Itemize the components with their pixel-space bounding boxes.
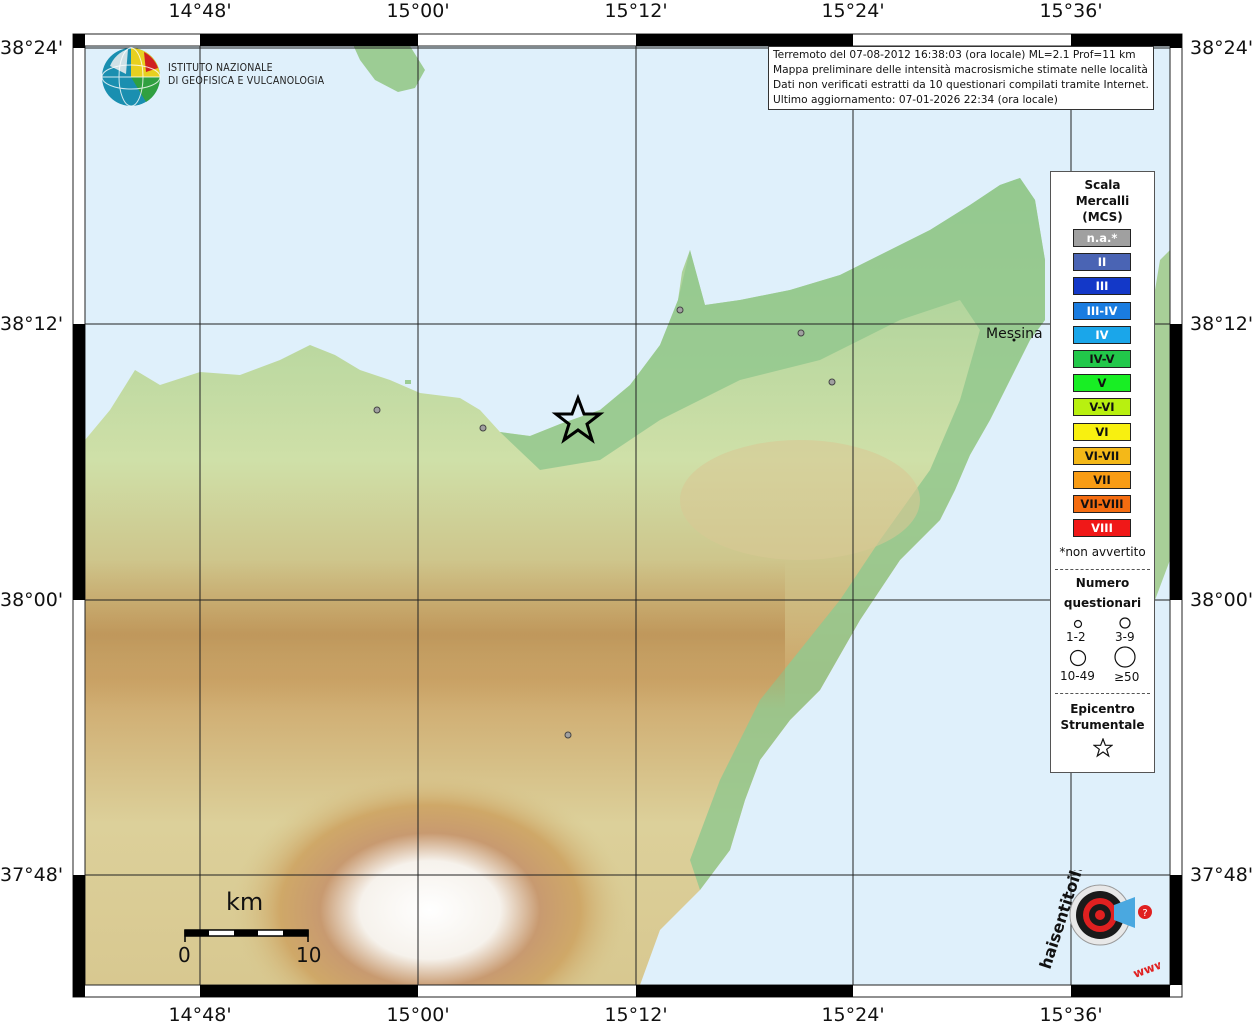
scalebar-start: 0 xyxy=(178,943,191,967)
lon-tick-bottom: 15°24' xyxy=(821,1004,885,1026)
questionnaires-title-line: questionari xyxy=(1063,596,1142,610)
legend-title: Scala Mercalli (MCS) xyxy=(1051,177,1154,225)
size-symbol-50 xyxy=(1114,646,1136,668)
lon-tick-bottom: 14°48' xyxy=(168,1004,232,1026)
epicenter-star-icon xyxy=(1093,738,1113,758)
locality-point xyxy=(373,406,381,414)
legend-note: *non avvertito xyxy=(1059,545,1146,559)
lat-tick-left: 38°00' xyxy=(0,589,64,611)
islet xyxy=(405,380,411,384)
lon-tick-top: 14°48' xyxy=(168,0,232,22)
intensity-swatch: VI-VII xyxy=(1073,446,1131,465)
intensity-swatch: V xyxy=(1073,374,1131,393)
size-symbol-3-9 xyxy=(1119,617,1131,629)
intensity-swatch: III xyxy=(1073,277,1131,296)
questionnaires-title-line: Numero xyxy=(1075,576,1130,590)
locality-point xyxy=(797,329,805,337)
lon-tick-top: 15°12' xyxy=(604,0,668,22)
legend-title-line: Scala xyxy=(1084,178,1121,192)
size-symbol-10-49 xyxy=(1069,649,1087,667)
intensity-swatch: III-IV xyxy=(1073,301,1131,320)
scalebar-unit: km xyxy=(226,888,264,916)
legend-divider xyxy=(1055,693,1150,694)
intensity-legend: Scala Mercalli (MCS) n.a.* II III III-IV IV I… xyxy=(1050,171,1155,773)
lon-tick-bottom: 15°36' xyxy=(1039,1004,1103,1026)
lat-tick-right: 37°48' xyxy=(1190,864,1254,886)
lat-tick-right: 38°00' xyxy=(1190,589,1254,611)
lat-tick-right: 38°24' xyxy=(1190,37,1254,59)
lon-tick-bottom: 15°12' xyxy=(604,1004,668,1026)
event-info-line: Dati non verificati estratti da 10 quest… xyxy=(773,79,1149,91)
lat-tick-left: 38°24' xyxy=(0,37,64,59)
lat-tick-left: 37°48' xyxy=(0,864,64,886)
lon-tick-bottom: 15°00' xyxy=(386,1004,450,1026)
intensity-swatch: V-VI xyxy=(1073,398,1131,417)
ingv-globe-logo xyxy=(101,47,161,107)
intensity-swatch: IV-V xyxy=(1073,350,1131,368)
event-info-line: Terremoto del 07-08-2012 16:38:03 (ora l… xyxy=(773,49,1136,61)
questionnaires-title: Numero questionari xyxy=(1051,575,1154,611)
peloritani-ridge xyxy=(680,440,920,560)
intensity-swatch: IV xyxy=(1073,325,1131,344)
lat-tick-left: 38°12' xyxy=(0,313,64,335)
intensity-swatch: VII-VIII xyxy=(1073,495,1131,514)
legend-divider xyxy=(1055,569,1150,570)
epicenter-title-line: Strumentale xyxy=(1060,718,1145,732)
lon-tick-top: 15°00' xyxy=(386,0,450,22)
locality-point xyxy=(676,306,684,314)
q-label: 10-49 xyxy=(1060,669,1095,683)
lon-tick-top: 15°36' xyxy=(1039,0,1103,22)
scalebar-end: 10 xyxy=(296,943,322,967)
intensity-swatch: II xyxy=(1073,253,1131,272)
size-symbol-1-2 xyxy=(1073,619,1083,629)
q-label: 3-9 xyxy=(1115,630,1135,644)
legend-title-line: Mercalli xyxy=(1075,194,1130,208)
intensity-swatch: n.a.* xyxy=(1073,229,1131,247)
locality-point xyxy=(564,731,572,739)
ingv-name: ISTITUTO NAZIONALE DI GEOFISICA E VULCAN… xyxy=(168,62,324,88)
intensity-swatch: VI xyxy=(1073,422,1131,441)
haisentito-logo: ? haisentitoilterremoto.it www. xyxy=(1036,870,1160,980)
q-label: 1-2 xyxy=(1066,630,1086,644)
ingv-name-line2: DI GEOFISICA E VULCANOLOGIA xyxy=(168,75,325,87)
q-label: ≥50 xyxy=(1114,670,1140,684)
intensity-swatch: VII xyxy=(1073,471,1131,489)
locality-point xyxy=(828,378,836,386)
haisentito-www: www. xyxy=(1131,955,1160,980)
event-info-line: Mappa preliminare delle intensità macros… xyxy=(773,64,1148,76)
lat-tick-right: 38°12' xyxy=(1190,313,1254,335)
event-info-line: Ultimo aggiornamento: 07-01-2026 22:34 (… xyxy=(773,94,1058,106)
epicenter-title-line: Epicentro xyxy=(1070,702,1135,716)
intensity-swatch: VIII xyxy=(1073,519,1131,538)
legend-title-line: (MCS) xyxy=(1082,210,1123,224)
epicenter-title: Epicentro Strumentale xyxy=(1051,701,1154,733)
lon-tick-top: 15°24' xyxy=(821,0,885,22)
question-mark: ? xyxy=(1142,908,1147,919)
event-info-box: Terremoto del 07-08-2012 16:38:03 (ora l… xyxy=(768,46,1154,110)
locality-point xyxy=(479,424,487,432)
ingv-name-line1: ISTITUTO NAZIONALE xyxy=(168,62,273,74)
city-label-messina: Messina xyxy=(986,326,1043,342)
nebrodi-ridge xyxy=(85,560,785,710)
